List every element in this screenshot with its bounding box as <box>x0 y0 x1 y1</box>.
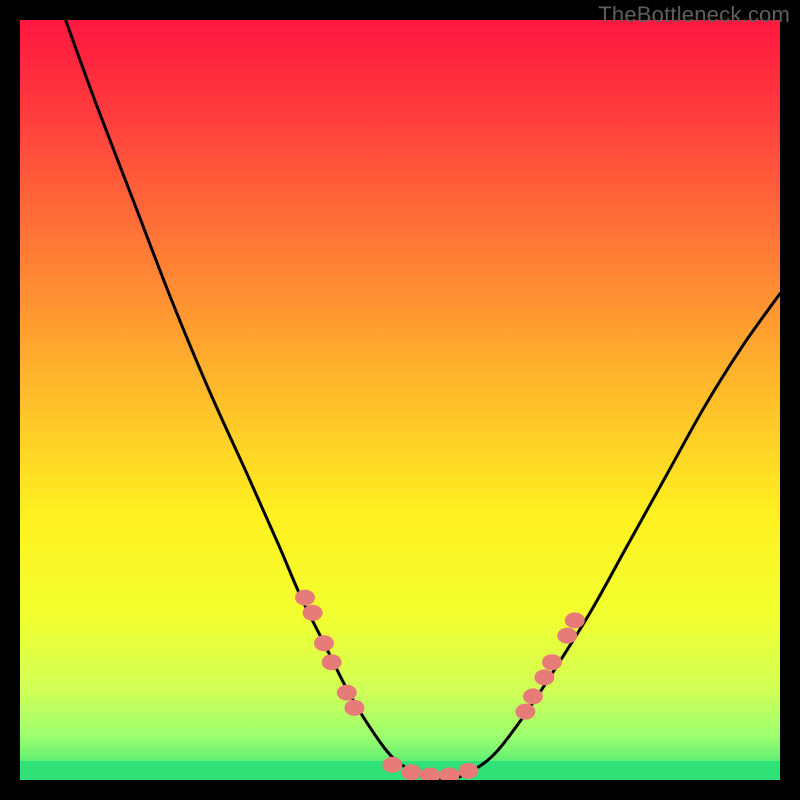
gradient-background <box>20 20 780 780</box>
curve-marker <box>382 757 402 773</box>
curve-marker <box>295 590 315 606</box>
curve-marker <box>458 763 478 779</box>
curve-marker <box>534 669 554 685</box>
curve-marker <box>515 704 535 720</box>
curve-marker <box>303 605 323 621</box>
curve-marker <box>565 612 585 628</box>
curve-marker <box>401 764 421 780</box>
curve-marker <box>322 654 342 670</box>
bottleneck-chart <box>20 20 780 780</box>
curve-marker <box>314 635 334 651</box>
curve-marker <box>557 628 577 644</box>
chart-frame <box>20 20 780 780</box>
curve-marker <box>523 688 543 704</box>
curve-marker <box>542 654 562 670</box>
watermark-text: TheBottleneck.com <box>598 2 790 28</box>
curve-marker <box>344 700 364 716</box>
curve-marker <box>337 685 357 701</box>
